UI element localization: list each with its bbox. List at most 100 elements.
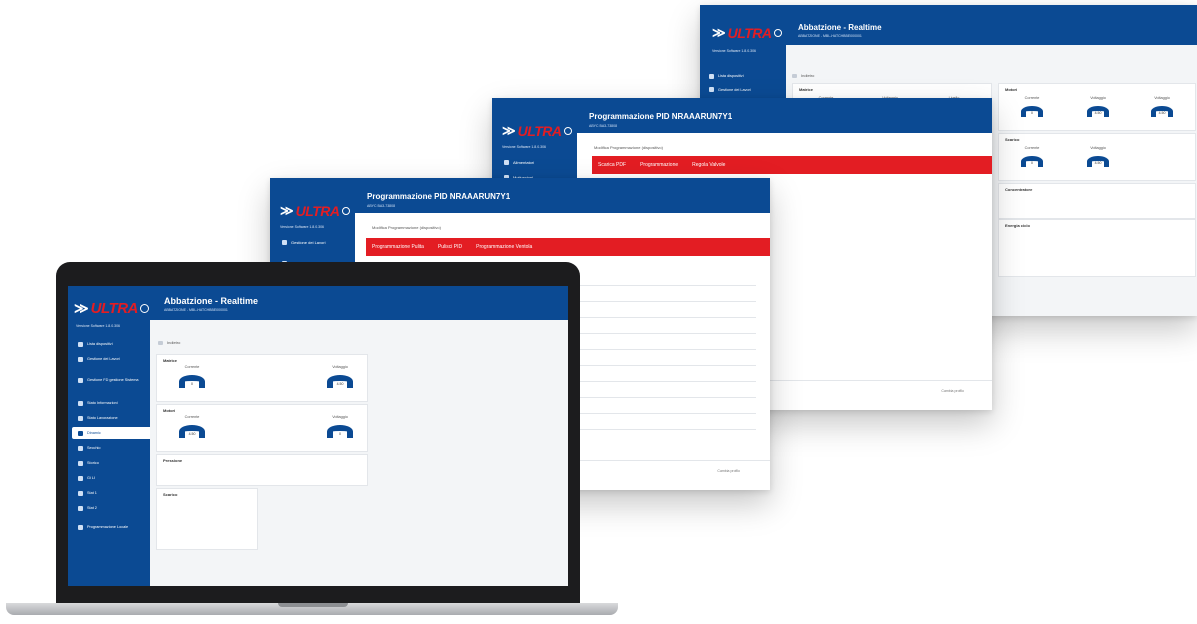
- header: Abbatzione - Realtime ABBATZIONE - MBL-H…: [786, 5, 1197, 45]
- card-title: Motori: [1005, 87, 1018, 92]
- page-title: Abbatzione - Realtime: [798, 23, 882, 32]
- nav-item-label: Gestione dei Lavori: [87, 357, 120, 361]
- brand-logo: ≫ ULTRA: [280, 203, 350, 219]
- breadcrumb: Indietro: [158, 340, 180, 345]
- nav-item-label: Gestione FD gestione Sistema: [87, 378, 139, 382]
- version-text: Versione Software 1.8.0.306: [712, 49, 756, 53]
- header: Programmazione PID NRAAARUN7Y1 ABYC BA3-…: [355, 178, 770, 213]
- page-subtitle: ABYC BA3-73808: [367, 204, 396, 208]
- nav-item-stato-informazioni[interactable]: Stato Informazioni: [72, 397, 152, 409]
- page-subtitle: ABBATZIONE - MBL-HATCHBBE000001: [164, 308, 228, 312]
- menu-item-icon: [709, 87, 714, 92]
- card-concentratore: Concentratore: [998, 183, 1196, 219]
- page-title: Programmazione PID NRAAARUN7Y1: [367, 192, 511, 201]
- nav-item-alimentatori[interactable]: Alimentatori: [498, 156, 577, 168]
- page-subtitle: ABBATZIONE - MBL-HATCHBBE000001: [798, 34, 862, 38]
- nav-item-secchio[interactable]: Secchio: [72, 442, 152, 454]
- nav-item-gestione-dei-lavori[interactable]: Gestione dei Lavori: [705, 85, 785, 95]
- footer-link[interactable]: Cambia profilo: [717, 469, 740, 473]
- nav-item-programmazione-locale[interactable]: Programmazione Locale: [72, 521, 152, 533]
- screen-laptop: ≫ ULTRA Versione Software 1.8.0.306 List…: [68, 286, 568, 586]
- tab-programmazione-ventola[interactable]: Programmazione Ventola: [476, 244, 532, 250]
- sidebar: ≫ ULTRA Versione Software 1.8.0.306 List…: [68, 286, 152, 586]
- menu-item-icon: [78, 341, 83, 347]
- tab-scarica-pdf[interactable]: Scarica PDF: [598, 162, 626, 168]
- menu-item-icon: [282, 239, 287, 245]
- menu-item-icon: [78, 505, 83, 511]
- card-title: Matrice: [799, 87, 814, 92]
- card-title: Scarico: [1005, 137, 1020, 142]
- nav-item-label: Secchio: [87, 446, 101, 450]
- tab-bar: Programmazione Pulita Pulisci PID Programm…: [366, 238, 770, 256]
- nav-item-label: Programmazione Locale: [87, 525, 129, 529]
- breadcrumb: Modifica Programmazione (dispositivo): [372, 225, 441, 230]
- menu-item-icon: [78, 400, 83, 406]
- nav-item-label: Gestione dei Lavori: [718, 87, 751, 92]
- card-title: Energia ciclo: [1005, 223, 1030, 228]
- nav-item-label: Storico: [87, 461, 99, 465]
- nav-item-stato-lavorazione[interactable]: Stato Lavorazione: [72, 412, 152, 424]
- version-text: Versione Software 1.8.0.306: [280, 225, 324, 229]
- menu-item-icon: [78, 460, 83, 466]
- nav-item-stat-1[interactable]: Stat 1: [72, 487, 152, 499]
- nav-item-lista-dispositivi[interactable]: Lista dispositivi: [72, 338, 152, 350]
- menu-item-icon: [709, 73, 714, 79]
- nav-item-gi-li[interactable]: Gi LI: [72, 472, 152, 484]
- card-motori: Motori Corrente 0 Voltaggio 4.50 Voltaggio 4.5…: [998, 83, 1196, 131]
- menu-item-icon: [78, 524, 83, 530]
- brand-logo: ≫ ULTRA: [74, 300, 149, 317]
- header: Abbatzione - Realtime ABBATZIONE - MBL-H…: [150, 286, 568, 320]
- footer-link[interactable]: Cambia profilo: [941, 389, 964, 393]
- page-title: Abbatzione - Realtime: [164, 296, 259, 306]
- nav-item-label: Stato Informazioni: [87, 401, 118, 405]
- tab-programmazione-pulita[interactable]: Programmazione Pulita: [372, 244, 424, 250]
- card-title: Matrice: [163, 358, 178, 363]
- version-text: Versione Software 1.8.0.306: [76, 324, 120, 328]
- menu-item-icon: [504, 159, 509, 165]
- nav-item-gestione-dei-lavori[interactable]: Gestione dei Lavori: [276, 236, 355, 248]
- nav-item-label: Dinamic: [87, 431, 101, 435]
- nav-item-storico[interactable]: Storico: [72, 457, 152, 469]
- card-scarico: Scarico Corrente 0 Voltaggio 4.50: [998, 133, 1196, 181]
- nav-item-lista-dispositivi[interactable]: Lista dispositivi: [705, 71, 785, 81]
- nav-item-label: Stato Lavorazione: [87, 416, 118, 420]
- tab-bar: Scarica PDF Programmazione Regola Valvole: [592, 156, 992, 174]
- menu-item-icon: [78, 475, 83, 481]
- brand-logo: ≫ ULTRA: [712, 25, 782, 41]
- card-motori: Motori Corrente 4.50 Voltaggio 0: [156, 404, 368, 452]
- card-title: Pressione: [163, 458, 183, 463]
- breadcrumb: Modifica Programmazione (dispositivo): [594, 145, 663, 150]
- nav-item-label: Stat 2: [87, 506, 97, 510]
- menu-item-icon: [78, 356, 83, 362]
- brand-logo: ≫ ULTRA: [502, 123, 572, 139]
- version-text: Versione Software 1.8.0.306: [502, 145, 546, 149]
- nav-item-label: Gi LI: [87, 476, 96, 480]
- header: Programmazione PID NRAAARUN7Y1 ABYC BA3-…: [577, 98, 992, 133]
- nav-item-gestione-dei-lavori[interactable]: Gestione dei Lavori: [72, 353, 152, 365]
- page-subtitle: ABYC BA3-73808: [589, 124, 618, 128]
- card-pressione: Pressione: [156, 454, 368, 486]
- nav-item-label: Stat 1: [87, 491, 97, 495]
- card-energia-ciclo: Energia ciclo: [998, 219, 1196, 277]
- menu-item-icon: [78, 415, 83, 421]
- nav-item-label: Gestione dei Lavori: [291, 239, 326, 245]
- card-title: Scarico: [163, 492, 178, 497]
- card-title: Motori: [163, 408, 176, 413]
- breadcrumb: Indietro: [792, 73, 814, 78]
- tab-regola-valvole[interactable]: Regola Valvole: [692, 162, 725, 168]
- tab-programmazione[interactable]: Programmazione: [640, 162, 678, 168]
- nav-item-gestione-fd-gestione-sistema[interactable]: Gestione FD gestione Sistema: [72, 374, 152, 386]
- tab-pulisci-pid[interactable]: Pulisci PID: [438, 244, 462, 250]
- menu-item-icon: [78, 490, 83, 496]
- menu-item-icon: [78, 430, 83, 436]
- nav-item-dinamic[interactable]: Dinamic: [72, 427, 152, 439]
- laptop-notch: [278, 603, 348, 607]
- card-matrice: Matrice Corrente 0 Voltaggio 4.50: [156, 354, 368, 402]
- nav-item-label: Lista dispositivi: [87, 342, 113, 346]
- card-title: Concentratore: [1005, 187, 1033, 192]
- nav-item-label: Lista dispositivi: [718, 74, 744, 78]
- page-title: Programmazione PID NRAAARUN7Y1: [589, 112, 733, 121]
- card-scarico: Scarico: [156, 488, 258, 550]
- nav-item-stat-2[interactable]: Stat 2: [72, 502, 152, 514]
- menu-item-icon: [78, 377, 83, 383]
